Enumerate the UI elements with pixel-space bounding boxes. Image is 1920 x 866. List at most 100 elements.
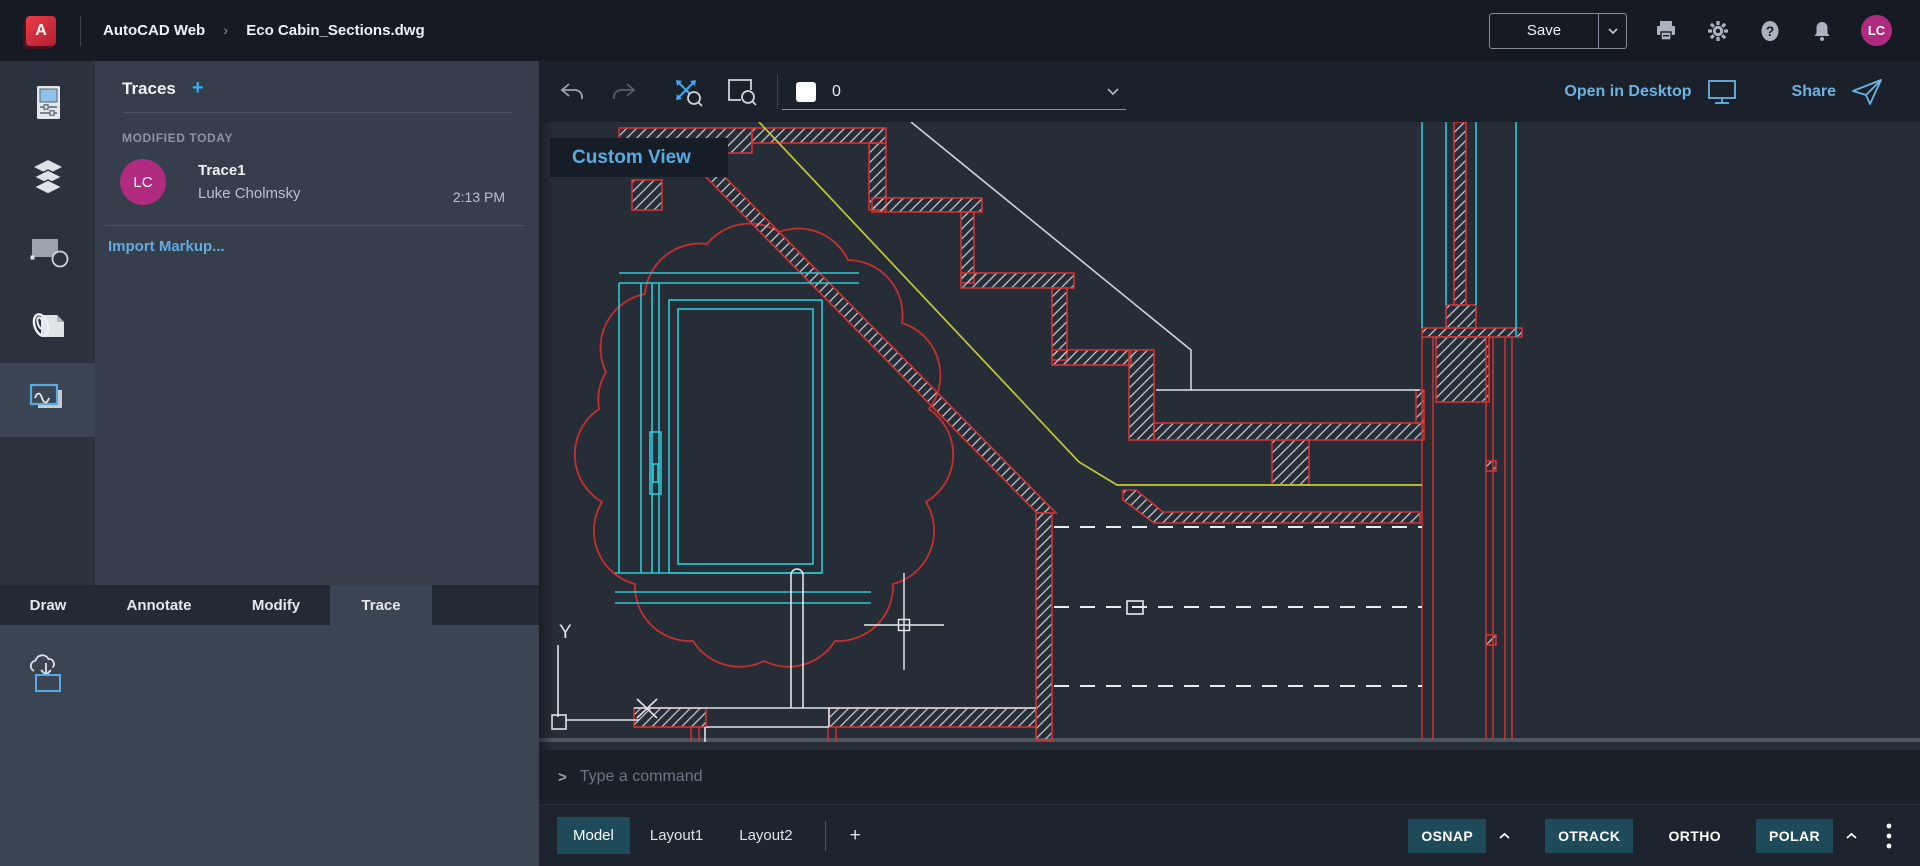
share-link[interactable]: Share	[1792, 83, 1836, 101]
zoom-extents-button[interactable]	[671, 75, 705, 109]
send-plane-icon[interactable]	[1850, 77, 1884, 107]
command-bar[interactable]: > Type a command	[539, 750, 1920, 805]
undo-button[interactable]	[555, 75, 589, 109]
trace-avatar-initials: LC	[133, 174, 152, 191]
bottom-status-bar: Model Layout1 Layout2 + OSNAP OTRACK ORT…	[539, 805, 1920, 866]
tab-draw[interactable]: Draw	[0, 585, 96, 625]
redo-button[interactable]	[607, 75, 641, 109]
import-markup-link[interactable]: Import Markup...	[95, 226, 539, 255]
sheet-tabs-divider	[825, 821, 826, 851]
zoom-window-button[interactable]	[725, 75, 759, 109]
trace-list-item[interactable]: LC Trace1 Luke Cholmsky 2:13 PM	[95, 145, 539, 219]
print-button[interactable]	[1653, 18, 1679, 44]
svg-text:?: ?	[1766, 23, 1775, 39]
view-label: Custom View	[572, 147, 691, 169]
rail-item-properties[interactable]	[0, 67, 95, 139]
osnap-flyout-button[interactable]	[1486, 832, 1523, 840]
dropdown-underline	[782, 109, 1126, 110]
tab-annotate[interactable]: Annotate	[96, 585, 222, 625]
traces-panel-title: Traces	[122, 79, 176, 99]
autocad-web-app: A AutoCAD Web › Eco Cabin_Sections.dwg S…	[0, 0, 1920, 866]
trace-name: Trace1	[198, 162, 301, 179]
drawing-canvas[interactable]: Y	[539, 122, 1920, 750]
sheet-tab-layout1[interactable]: Layout1	[634, 817, 719, 854]
avatar-initials: LC	[1868, 23, 1885, 38]
svg-text:Y: Y	[559, 622, 572, 643]
sheet-tab-layout2[interactable]: Layout2	[723, 817, 808, 854]
kebab-menu-icon	[1886, 823, 1892, 849]
desktop-monitor-icon[interactable]	[1706, 78, 1738, 106]
new-trace-button[interactable]: +	[192, 77, 204, 100]
save-button[interactable]: Save	[1490, 14, 1598, 48]
chevron-down-icon	[1607, 27, 1619, 35]
trace-author: Luke Cholmsky	[198, 185, 301, 202]
logo-letter: A	[35, 22, 47, 40]
paperclip-attach-icon	[27, 305, 69, 345]
bell-icon	[1810, 19, 1834, 43]
modified-today-label: MODIFIED TODAY	[95, 113, 539, 145]
notifications-button[interactable]	[1809, 18, 1835, 44]
rail-item-layers[interactable]	[0, 141, 95, 213]
sheet-tab-model[interactable]: Model	[557, 817, 630, 854]
toggle-otrack[interactable]: OTRACK	[1545, 819, 1633, 853]
trace-tool-palette	[0, 625, 539, 866]
import-markup-cloud-icon	[24, 653, 70, 697]
status-overflow-menu-button[interactable]	[1870, 823, 1902, 849]
wall-framing-lines	[691, 337, 1512, 742]
panel-tab-strip: Draw Annotate Modify Trace	[0, 585, 539, 625]
view-label-chip[interactable]: Custom View	[550, 138, 728, 177]
toggle-osnap[interactable]: OSNAP	[1408, 819, 1486, 853]
top-bar: A AutoCAD Web › Eco Cabin_Sections.dwg S…	[0, 0, 1920, 61]
redo-icon	[610, 80, 638, 104]
zoom-extents-icon	[672, 76, 704, 108]
tab-modify[interactable]: Modify	[222, 585, 330, 625]
chevron-up-icon	[1498, 832, 1511, 840]
breadcrumb: AutoCAD Web › Eco Cabin_Sections.dwg	[103, 22, 425, 39]
layers-icon	[28, 158, 68, 196]
breadcrumb-filename[interactable]: Eco Cabin_Sections.dwg	[246, 22, 424, 39]
trace-modified-time: 2:13 PM	[453, 189, 505, 205]
tab-trace[interactable]: Trace	[330, 585, 432, 625]
crosshair-cursor	[864, 573, 944, 670]
canvas-toolbar: 0 Open in Desktop Share	[539, 61, 1920, 122]
traces-panel: Traces + MODIFIED TODAY LC Trace1 Luke C…	[95, 61, 539, 585]
topbar-divider	[80, 16, 81, 46]
printer-icon	[1654, 19, 1678, 43]
breadcrumb-chevron-icon: ›	[223, 22, 228, 38]
toggle-polar[interactable]: POLAR	[1756, 819, 1833, 853]
ucs-icon: Y	[552, 622, 657, 729]
properties-panel-icon	[29, 83, 67, 123]
command-input-placeholder[interactable]: Type a command	[580, 768, 703, 786]
toggle-ortho[interactable]: ORTHO	[1655, 819, 1734, 853]
breadcrumb-product[interactable]: AutoCAD Web	[103, 22, 205, 39]
toolbar-divider	[777, 75, 778, 109]
zoom-window-icon	[725, 76, 759, 108]
open-in-desktop-link[interactable]: Open in Desktop	[1564, 83, 1691, 101]
polar-flyout-button[interactable]	[1833, 832, 1870, 840]
rail-item-traces[interactable]	[0, 363, 95, 437]
settings-button[interactable]	[1705, 18, 1731, 44]
chevron-down-icon	[1106, 87, 1120, 96]
autocad-logo-icon[interactable]: A	[26, 16, 56, 46]
user-avatar[interactable]: LC	[1861, 15, 1892, 46]
import-markup-tool-button[interactable]	[24, 653, 70, 697]
layer-dropdown[interactable]: 0	[796, 72, 1126, 112]
command-prompt-chevron: >	[558, 769, 567, 786]
layer-dropdown-caret[interactable]	[1106, 87, 1120, 96]
help-button[interactable]: ?	[1757, 18, 1783, 44]
rail-item-attachments[interactable]	[0, 289, 95, 361]
chevron-up-icon	[1845, 832, 1858, 840]
save-dropdown-button[interactable]	[1598, 14, 1626, 48]
gear-icon	[1706, 19, 1730, 43]
undo-icon	[558, 80, 586, 104]
layer-value: 0	[832, 83, 841, 101]
help-icon: ?	[1758, 19, 1782, 43]
left-tool-rail	[0, 61, 95, 585]
add-layout-button[interactable]: +	[838, 825, 873, 847]
rail-item-blocks[interactable]	[0, 215, 95, 287]
blocks-icon	[27, 233, 69, 269]
trace-panel-icon	[26, 381, 70, 419]
dashed-lines	[1054, 527, 1422, 686]
drawing-viewport[interactable]: Y Custom View	[539, 122, 1920, 750]
stair-section-hatched	[619, 122, 1522, 740]
